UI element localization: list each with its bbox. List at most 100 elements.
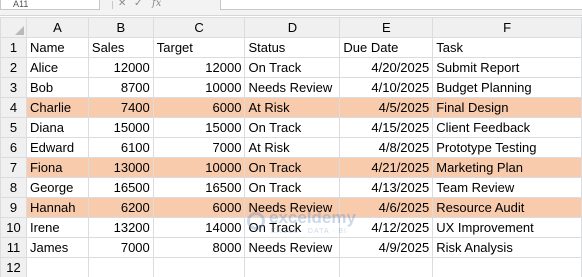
cell-status[interactable]: On Track <box>244 117 341 138</box>
cell-sales[interactable]: 7400 <box>87 97 154 118</box>
cell-due-date[interactable]: 4/20/2025 <box>339 57 434 78</box>
cell-task[interactable]: Budget Planning <box>432 77 582 98</box>
cell-target[interactable]: 10000 <box>152 157 246 178</box>
row-header[interactable]: 3 <box>0 77 27 98</box>
cell-name[interactable]: Diana <box>25 117 89 138</box>
select-all-corner[interactable] <box>0 17 27 38</box>
cell-due-date[interactable]: 4/21/2025 <box>339 157 434 178</box>
column-header-d[interactable]: D <box>244 17 341 38</box>
cell-task[interactable]: Risk Analysis <box>432 237 582 258</box>
cell-sales[interactable]: 8700 <box>87 77 154 98</box>
cell-due-date[interactable]: 4/5/2025 <box>339 97 434 118</box>
name-box[interactable]: A11 <box>0 0 100 10</box>
function-icon[interactable]: fx <box>152 0 161 9</box>
column-header-f[interactable]: F <box>432 17 582 38</box>
table-row: 6 Edward 6100 7000 At Risk 4/8/2025 Prototype … <box>0 137 582 158</box>
row-header[interactable]: 7 <box>0 157 27 178</box>
column-header-a[interactable]: A <box>25 17 89 38</box>
cell-target[interactable]: 12000 <box>152 57 246 78</box>
cell-target[interactable]: 7000 <box>152 137 246 158</box>
cell-status[interactable]: Needs Review <box>244 197 341 218</box>
cell-sales[interactable]: 6200 <box>87 197 154 218</box>
cell-name[interactable]: James <box>25 237 89 258</box>
cell-due-date[interactable]: 4/12/2025 <box>339 217 434 238</box>
cancel-icon[interactable]: ✕ <box>118 0 126 9</box>
formula-input[interactable] <box>220 0 582 10</box>
cell-due-date[interactable]: 4/15/2025 <box>339 117 434 138</box>
cell-sales[interactable]: 13200 <box>87 217 154 238</box>
cell-target[interactable]: 6000 <box>152 197 246 218</box>
row-header[interactable]: 8 <box>0 177 27 198</box>
row-header[interactable]: 10 <box>0 217 27 238</box>
cell-task[interactable]: Resource Audit <box>432 197 582 218</box>
cell-empty[interactable] <box>432 257 582 277</box>
cell-sales[interactable]: 15000 <box>87 117 154 138</box>
cell-empty[interactable] <box>339 257 434 277</box>
table-row: 2 Alice 12000 12000 On Track 4/20/2025 Submit … <box>0 57 582 78</box>
header-cell-task[interactable]: Task <box>432 37 582 58</box>
cell-status[interactable]: On Track <box>244 217 341 238</box>
cell-due-date[interactable]: 4/13/2025 <box>339 177 434 198</box>
cell-name[interactable]: Edward <box>25 137 89 158</box>
cell-status[interactable]: On Track <box>244 57 341 78</box>
cell-target[interactable]: 6000 <box>152 97 246 118</box>
cell-sales[interactable]: 6100 <box>87 137 154 158</box>
cell-name[interactable]: Bob <box>25 77 89 98</box>
cell-target[interactable]: 16500 <box>152 177 246 198</box>
cell-status[interactable]: On Track <box>244 177 341 198</box>
cell-target[interactable]: 14000 <box>152 217 246 238</box>
row-header[interactable]: 11 <box>0 237 27 258</box>
header-cell-name[interactable]: Name <box>25 37 89 58</box>
cell-name[interactable]: Irene <box>25 217 89 238</box>
cell-due-date[interactable]: 4/10/2025 <box>339 77 434 98</box>
cell-sales[interactable]: 12000 <box>87 57 154 78</box>
cell-name[interactable]: Alice <box>25 57 89 78</box>
cell-task[interactable]: Submit Report <box>432 57 582 78</box>
cell-name[interactable]: Fiona <box>25 157 89 178</box>
cell-empty[interactable] <box>152 257 246 277</box>
cell-status[interactable]: At Risk <box>244 97 341 118</box>
cell-due-date[interactable]: 4/8/2025 <box>339 137 434 158</box>
row-header[interactable]: 4 <box>0 97 27 118</box>
confirm-icon[interactable]: ✓ <box>134 0 142 9</box>
cell-due-date[interactable]: 4/6/2025 <box>339 197 434 218</box>
table-row: 9 Hannah 6200 6000 Needs Review 4/6/2025 Resou… <box>0 197 582 218</box>
cell-task[interactable]: Final Design <box>432 97 582 118</box>
cell-task[interactable]: UX Improvement <box>432 217 582 238</box>
row-header[interactable]: 9 <box>0 197 27 218</box>
cell-task[interactable]: Team Review <box>432 177 582 198</box>
cell-task[interactable]: Marketing Plan <box>432 157 582 178</box>
row-header[interactable]: 12 <box>0 257 27 277</box>
cell-name[interactable]: Hannah <box>25 197 89 218</box>
column-header-b[interactable]: B <box>87 17 154 38</box>
cell-status[interactable]: On Track <box>244 157 341 178</box>
header-cell-status[interactable]: Status <box>244 37 341 58</box>
cell-target[interactable]: 10000 <box>152 77 246 98</box>
cell-empty[interactable] <box>87 257 154 277</box>
row-header[interactable]: 1 <box>0 37 27 58</box>
header-cell-target[interactable]: Target <box>152 37 246 58</box>
cell-sales[interactable]: 13000 <box>87 157 154 178</box>
cell-sales[interactable]: 7000 <box>87 237 154 258</box>
cell-name[interactable]: George <box>25 177 89 198</box>
row-header[interactable]: 6 <box>0 137 27 158</box>
table-row: 7 Fiona 13000 10000 On Track 4/21/2025 Marketi… <box>0 157 582 178</box>
cell-task[interactable]: Client Feedback <box>432 117 582 138</box>
cell-status[interactable]: At Risk <box>244 137 341 158</box>
header-cell-sales[interactable]: Sales <box>87 37 154 58</box>
cell-status[interactable]: Needs Review <box>244 237 341 258</box>
cell-sales[interactable]: 16500 <box>87 177 154 198</box>
cell-task[interactable]: Prototype Testing <box>432 137 582 158</box>
header-cell-due-date[interactable]: Due Date <box>339 37 434 58</box>
column-header-e[interactable]: E <box>339 17 434 38</box>
column-header-c[interactable]: C <box>152 17 246 38</box>
cell-name[interactable]: Charlie <box>25 97 89 118</box>
cell-due-date[interactable]: 4/9/2025 <box>339 237 434 258</box>
cell-empty[interactable] <box>25 257 89 277</box>
cell-status[interactable]: Needs Review <box>244 77 341 98</box>
row-header[interactable]: 5 <box>0 117 27 138</box>
cell-target[interactable]: 8000 <box>152 237 246 258</box>
row-header[interactable]: 2 <box>0 57 27 78</box>
cell-target[interactable]: 15000 <box>152 117 246 138</box>
cell-empty[interactable] <box>244 257 341 277</box>
